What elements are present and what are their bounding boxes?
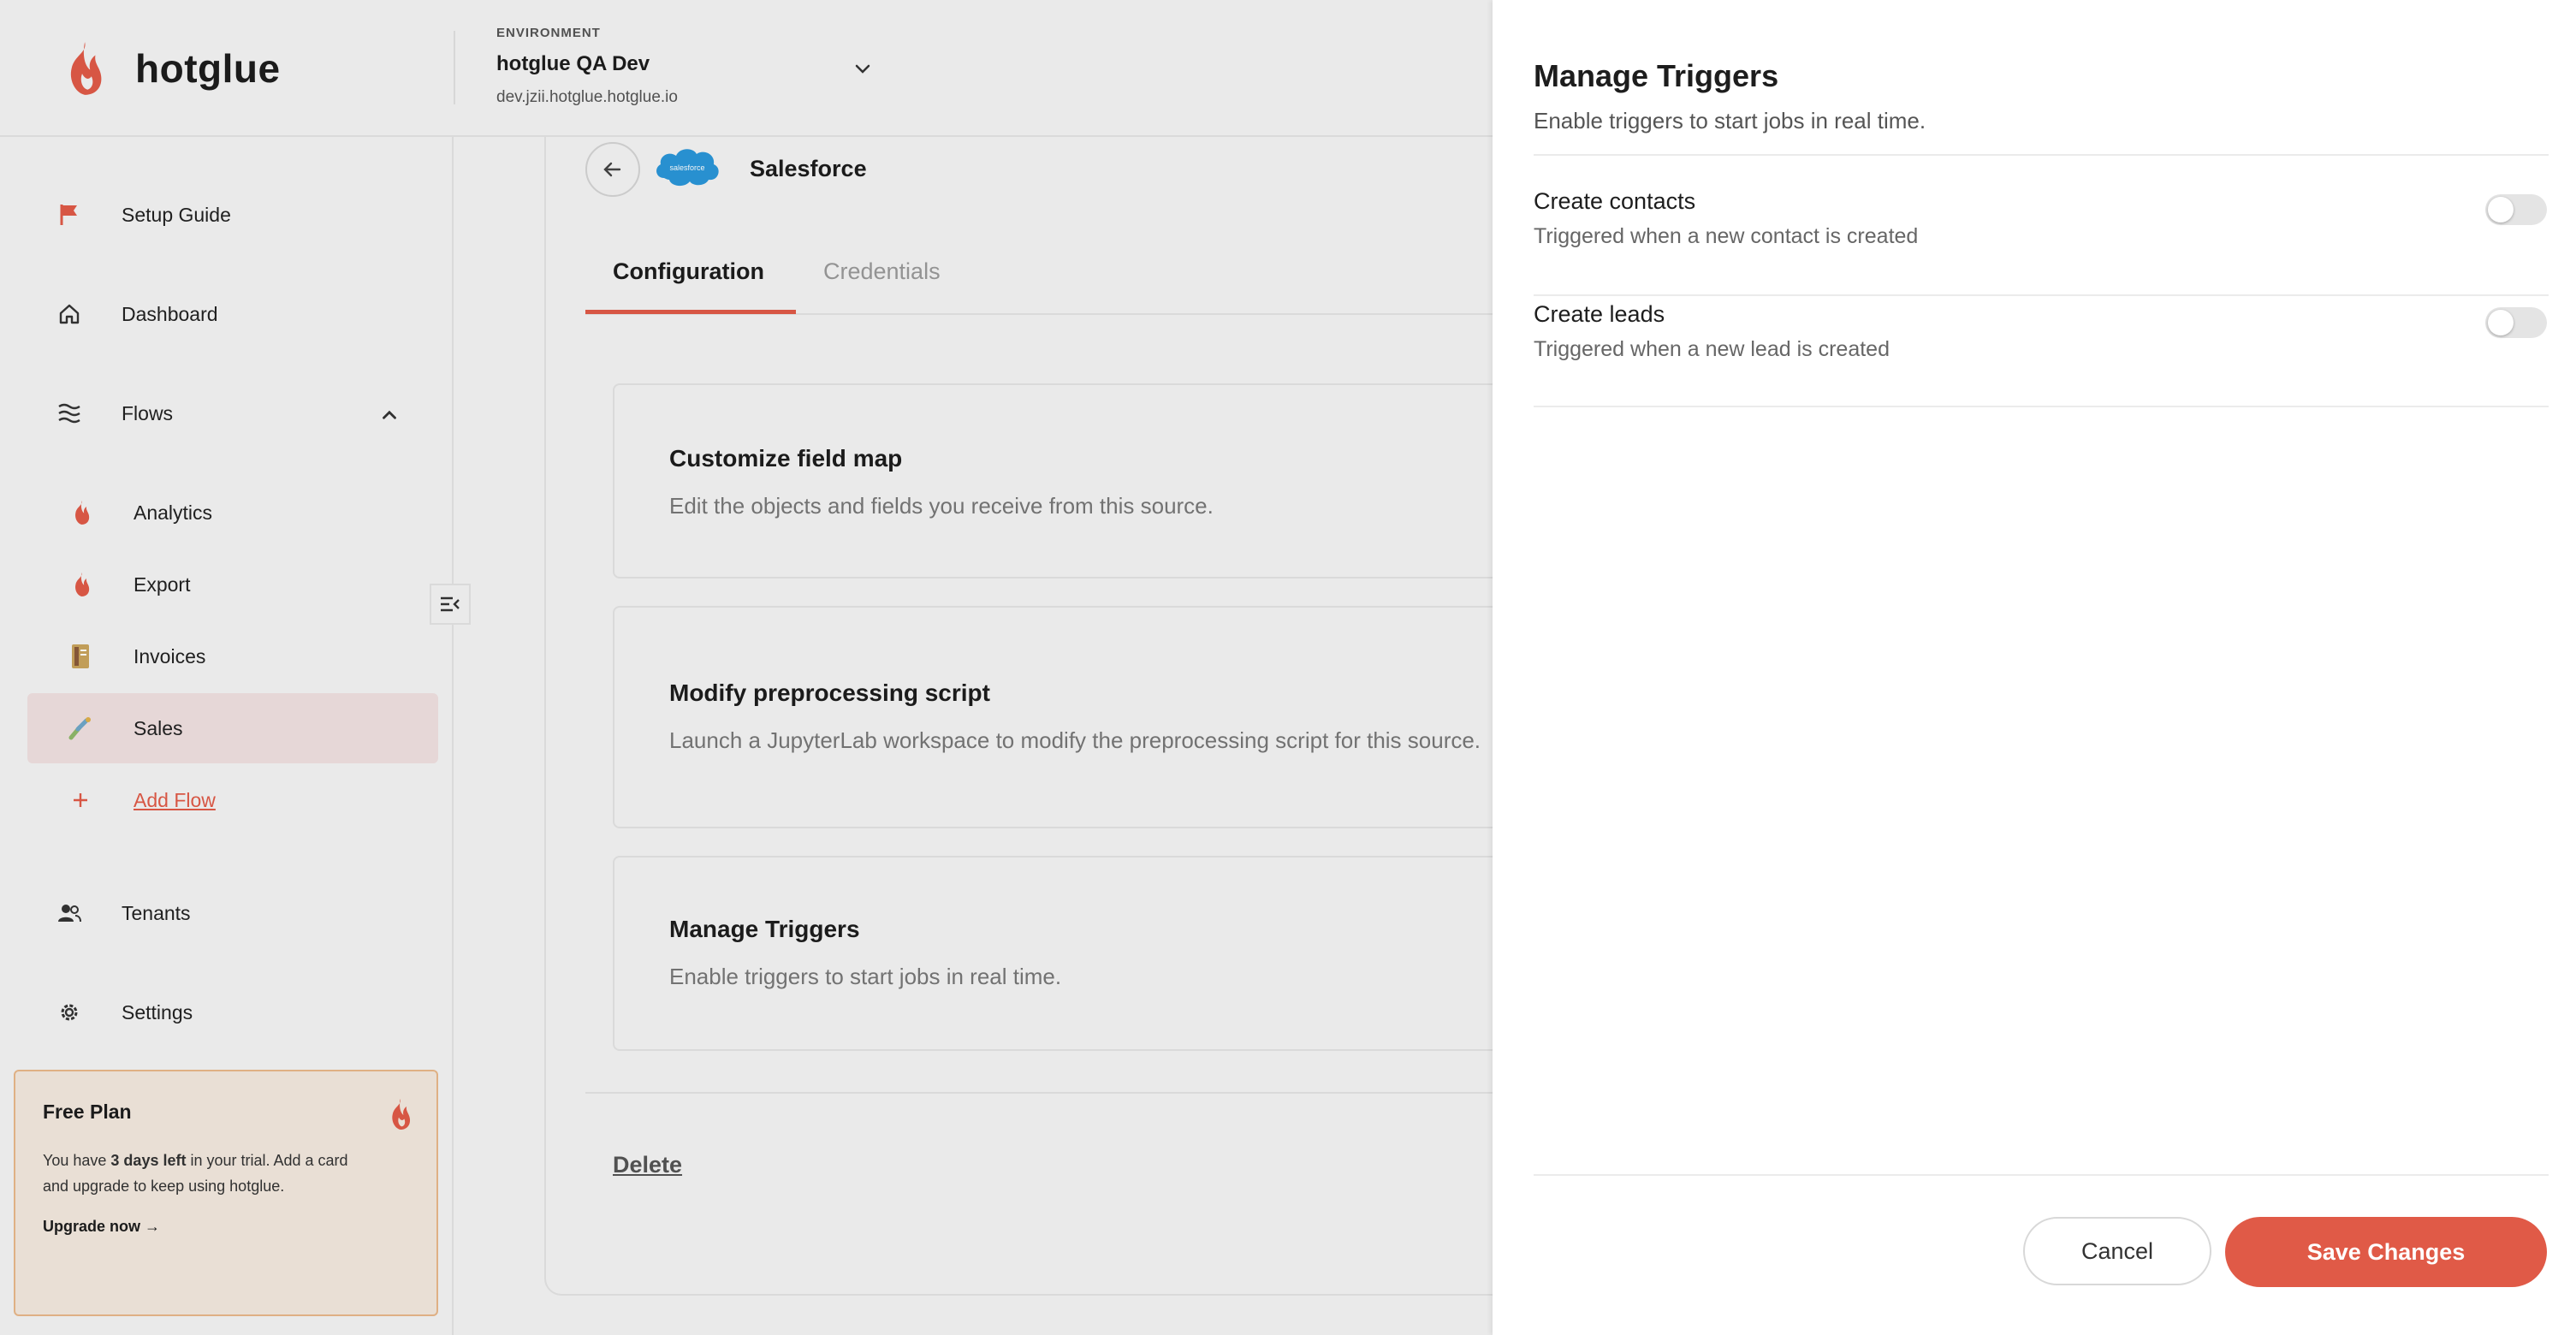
flag-icon	[55, 200, 84, 229]
sidebar-item-dashboard[interactable]: Dashboard	[55, 300, 218, 329]
trigger-description: Triggered when a new contact is created	[1534, 224, 1919, 248]
environment-selector[interactable]: ENVIRONMENT hotglue QA Dev dev.jzii.hotg…	[496, 26, 678, 107]
salesforce-logo: salesforce	[656, 149, 719, 187]
arrow-left-icon	[603, 162, 621, 177]
divider	[1534, 406, 2549, 407]
users-icon	[55, 899, 84, 928]
gear-icon	[55, 998, 84, 1027]
flow-item-export[interactable]: Export	[27, 549, 438, 620]
flame-icon	[392, 1099, 411, 1130]
divider	[1534, 294, 2549, 296]
chevron-down-icon[interactable]	[852, 58, 873, 79]
sidebar-item-label: Flows	[122, 401, 174, 424]
drawer-title: Manage Triggers	[1534, 58, 1779, 93]
card-manage-triggers[interactable]: Manage Triggers Enable triggers to start…	[613, 856, 1554, 1051]
collapse-sidebar-button[interactable]	[430, 584, 471, 625]
upgrade-now-link[interactable]: Upgrade now →	[43, 1218, 409, 1236]
toggle-create-contacts[interactable]	[2485, 194, 2547, 225]
invoice-icon	[65, 641, 96, 672]
delete-link[interactable]: Delete	[613, 1152, 682, 1178]
sidebar-item-label: Tenants	[122, 901, 191, 924]
connector-name: Salesforce	[750, 156, 867, 181]
trigger-title: Create leads	[1534, 301, 1665, 327]
flow-item-label: Sales	[134, 716, 183, 739]
environment-url: dev.jzii.hotglue.hotglue.io	[496, 88, 678, 106]
sidebar-item-flows[interactable]: Flows	[55, 399, 173, 428]
card-description: Edit the objects and fields you receive …	[669, 493, 1214, 519]
environment-name: hotglue QA Dev	[496, 52, 650, 75]
plan-text: You have 3 days left in your trial. Add …	[43, 1152, 348, 1195]
svg-text:salesforce: salesforce	[669, 163, 704, 172]
environment-label: ENVIRONMENT	[496, 26, 601, 40]
sidebar-item-settings[interactable]: Settings	[55, 998, 193, 1027]
tab-bar: Configuration Credentials	[585, 248, 1493, 315]
collapse-menu-icon	[441, 596, 460, 612]
trigger-title: Create contacts	[1534, 188, 1696, 214]
plus-icon	[65, 785, 96, 816]
flame-icon	[65, 497, 96, 528]
toggle-create-leads[interactable]	[2485, 307, 2547, 338]
toggle-knob	[2488, 197, 2514, 222]
trial-days-left: 3 days left	[110, 1152, 187, 1169]
flows-icon	[55, 399, 84, 428]
active-tab-indicator	[585, 310, 796, 314]
flow-item-invoices[interactable]: Invoices	[27, 621, 438, 691]
trigger-description: Triggered when a new lead is created	[1534, 337, 1890, 361]
sidebar: Setup Guide Dashboard Flows Analytics Ex…	[0, 137, 454, 1335]
flow-item-analytics[interactable]: Analytics	[27, 478, 438, 548]
brand-logo[interactable]: hotglue	[55, 39, 281, 98]
sidebar-item-label: Settings	[122, 1000, 193, 1024]
save-changes-button[interactable]: Save Changes	[2225, 1217, 2547, 1287]
sidebar-item-tenants[interactable]: Tenants	[55, 899, 191, 928]
sidebar-item-label: Setup Guide	[122, 203, 231, 226]
main-divider	[585, 1092, 1493, 1094]
card-customize-field-map[interactable]: Customize field map Edit the objects and…	[613, 383, 1554, 578]
divider	[1534, 154, 2549, 156]
flow-item-label: Analytics	[134, 501, 213, 524]
sidebar-item-label: Dashboard	[122, 302, 218, 325]
card-title: Modify preprocessing script	[669, 679, 990, 706]
header-divider	[454, 31, 455, 104]
sales-icon	[65, 713, 96, 744]
sidebar-item-setup-guide[interactable]: Setup Guide	[55, 200, 231, 229]
card-description: Enable triggers to start jobs in real ti…	[669, 964, 1062, 989]
tab-configuration[interactable]: Configuration	[613, 258, 764, 285]
arrow-right-icon: →	[145, 1218, 161, 1235]
flow-item-label: Invoices	[134, 644, 206, 668]
flame-logo-icon	[70, 42, 102, 95]
plan-title: Free Plan	[43, 1101, 132, 1123]
drawer-subtitle: Enable triggers to start jobs in real ti…	[1534, 108, 1926, 134]
flame-icon	[65, 569, 96, 600]
flow-item-label: Export	[134, 573, 191, 596]
manage-triggers-drawer: Manage Triggers Enable triggers to start…	[1493, 0, 2576, 1335]
card-title: Customize field map	[669, 445, 903, 472]
card-modify-preprocessing-script[interactable]: Modify preprocessing script Launch a Jup…	[613, 606, 1554, 828]
home-icon	[55, 300, 84, 329]
footer-divider	[1534, 1174, 2549, 1176]
flow-item-sales[interactable]: Sales	[27, 693, 438, 763]
cancel-button[interactable]: Cancel	[2023, 1217, 2211, 1285]
brand-name: hotglue	[135, 46, 281, 91]
card-title: Manage Triggers	[669, 916, 860, 942]
free-plan-card: Free Plan You have 3 days left in your t…	[14, 1070, 438, 1316]
add-flow-button[interactable]: Add Flow	[27, 765, 438, 835]
add-flow-label: Add Flow	[134, 788, 216, 811]
chevron-up-icon[interactable]	[378, 404, 401, 426]
top-header: hotglue ENVIRONMENT hotglue QA Dev dev.j…	[0, 0, 1493, 137]
toggle-knob	[2488, 310, 2514, 335]
back-button[interactable]	[585, 142, 640, 197]
tab-credentials[interactable]: Credentials	[823, 258, 941, 285]
card-description: Launch a JupyterLab workspace to modify …	[669, 727, 1481, 753]
